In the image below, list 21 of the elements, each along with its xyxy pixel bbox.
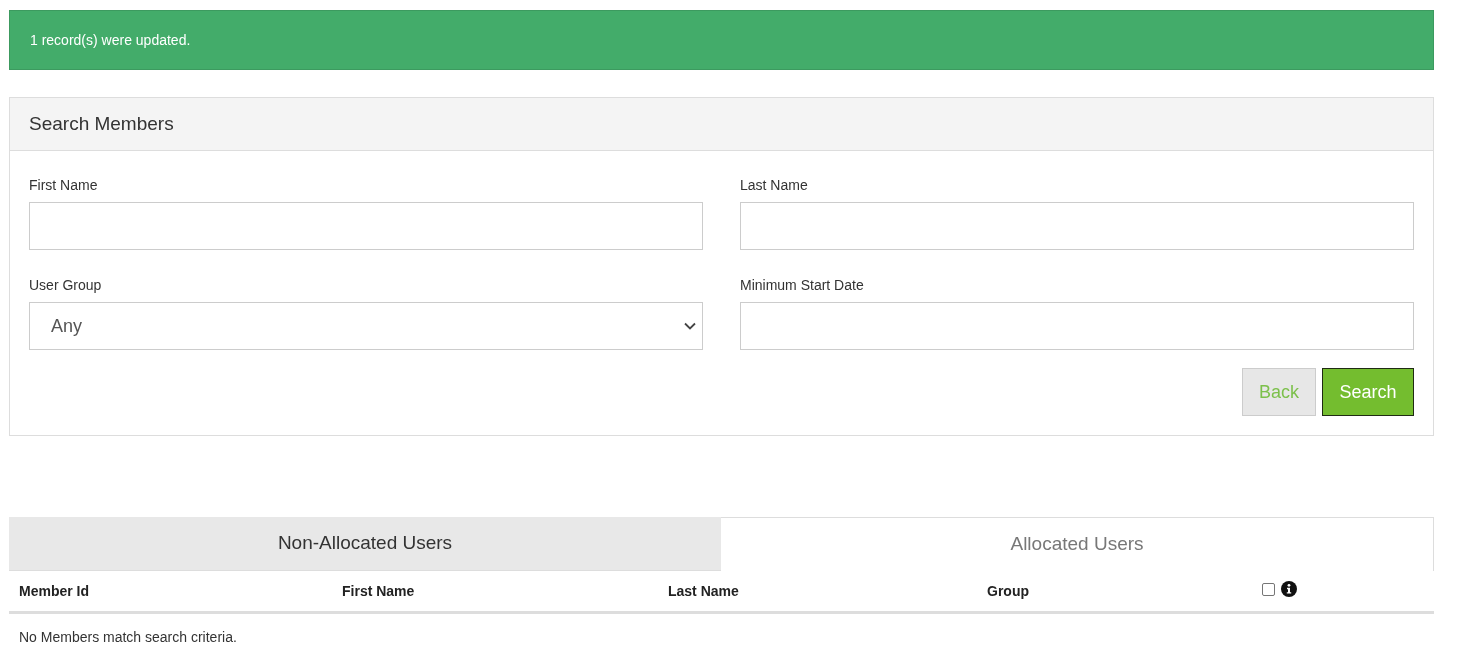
column-header: Member Id <box>19 583 89 599</box>
tab[interactable]: Non-Allocated Users <box>9 517 721 571</box>
field-label: First Name <box>29 176 99 195</box>
input-field[interactable] <box>29 202 703 250</box>
select-field[interactable]: Any <box>29 302 703 350</box>
input-field[interactable] <box>740 302 1414 350</box>
field-label: User Group <box>29 276 103 295</box>
alert-message: 1 record(s) were updated. <box>30 30 191 50</box>
column-header: Last Name <box>668 583 739 599</box>
column-header: Group <box>987 583 1029 599</box>
panel-title: Search Members <box>29 111 174 136</box>
empty-table-message: No Members match search criteria. <box>19 629 237 645</box>
info-icon[interactable] <box>1281 581 1297 597</box>
select-all-checkbox[interactable] <box>1262 582 1275 596</box>
chevron-down-icon <box>684 322 696 330</box>
field-label: Minimum Start Date <box>740 276 865 295</box>
column-header: First Name <box>342 583 415 599</box>
input-field[interactable] <box>740 202 1414 250</box>
search-button[interactable]: Search <box>1322 368 1414 416</box>
tab[interactable]: Allocated Users <box>721 517 1434 571</box>
field-label: Last Name <box>740 176 809 195</box>
